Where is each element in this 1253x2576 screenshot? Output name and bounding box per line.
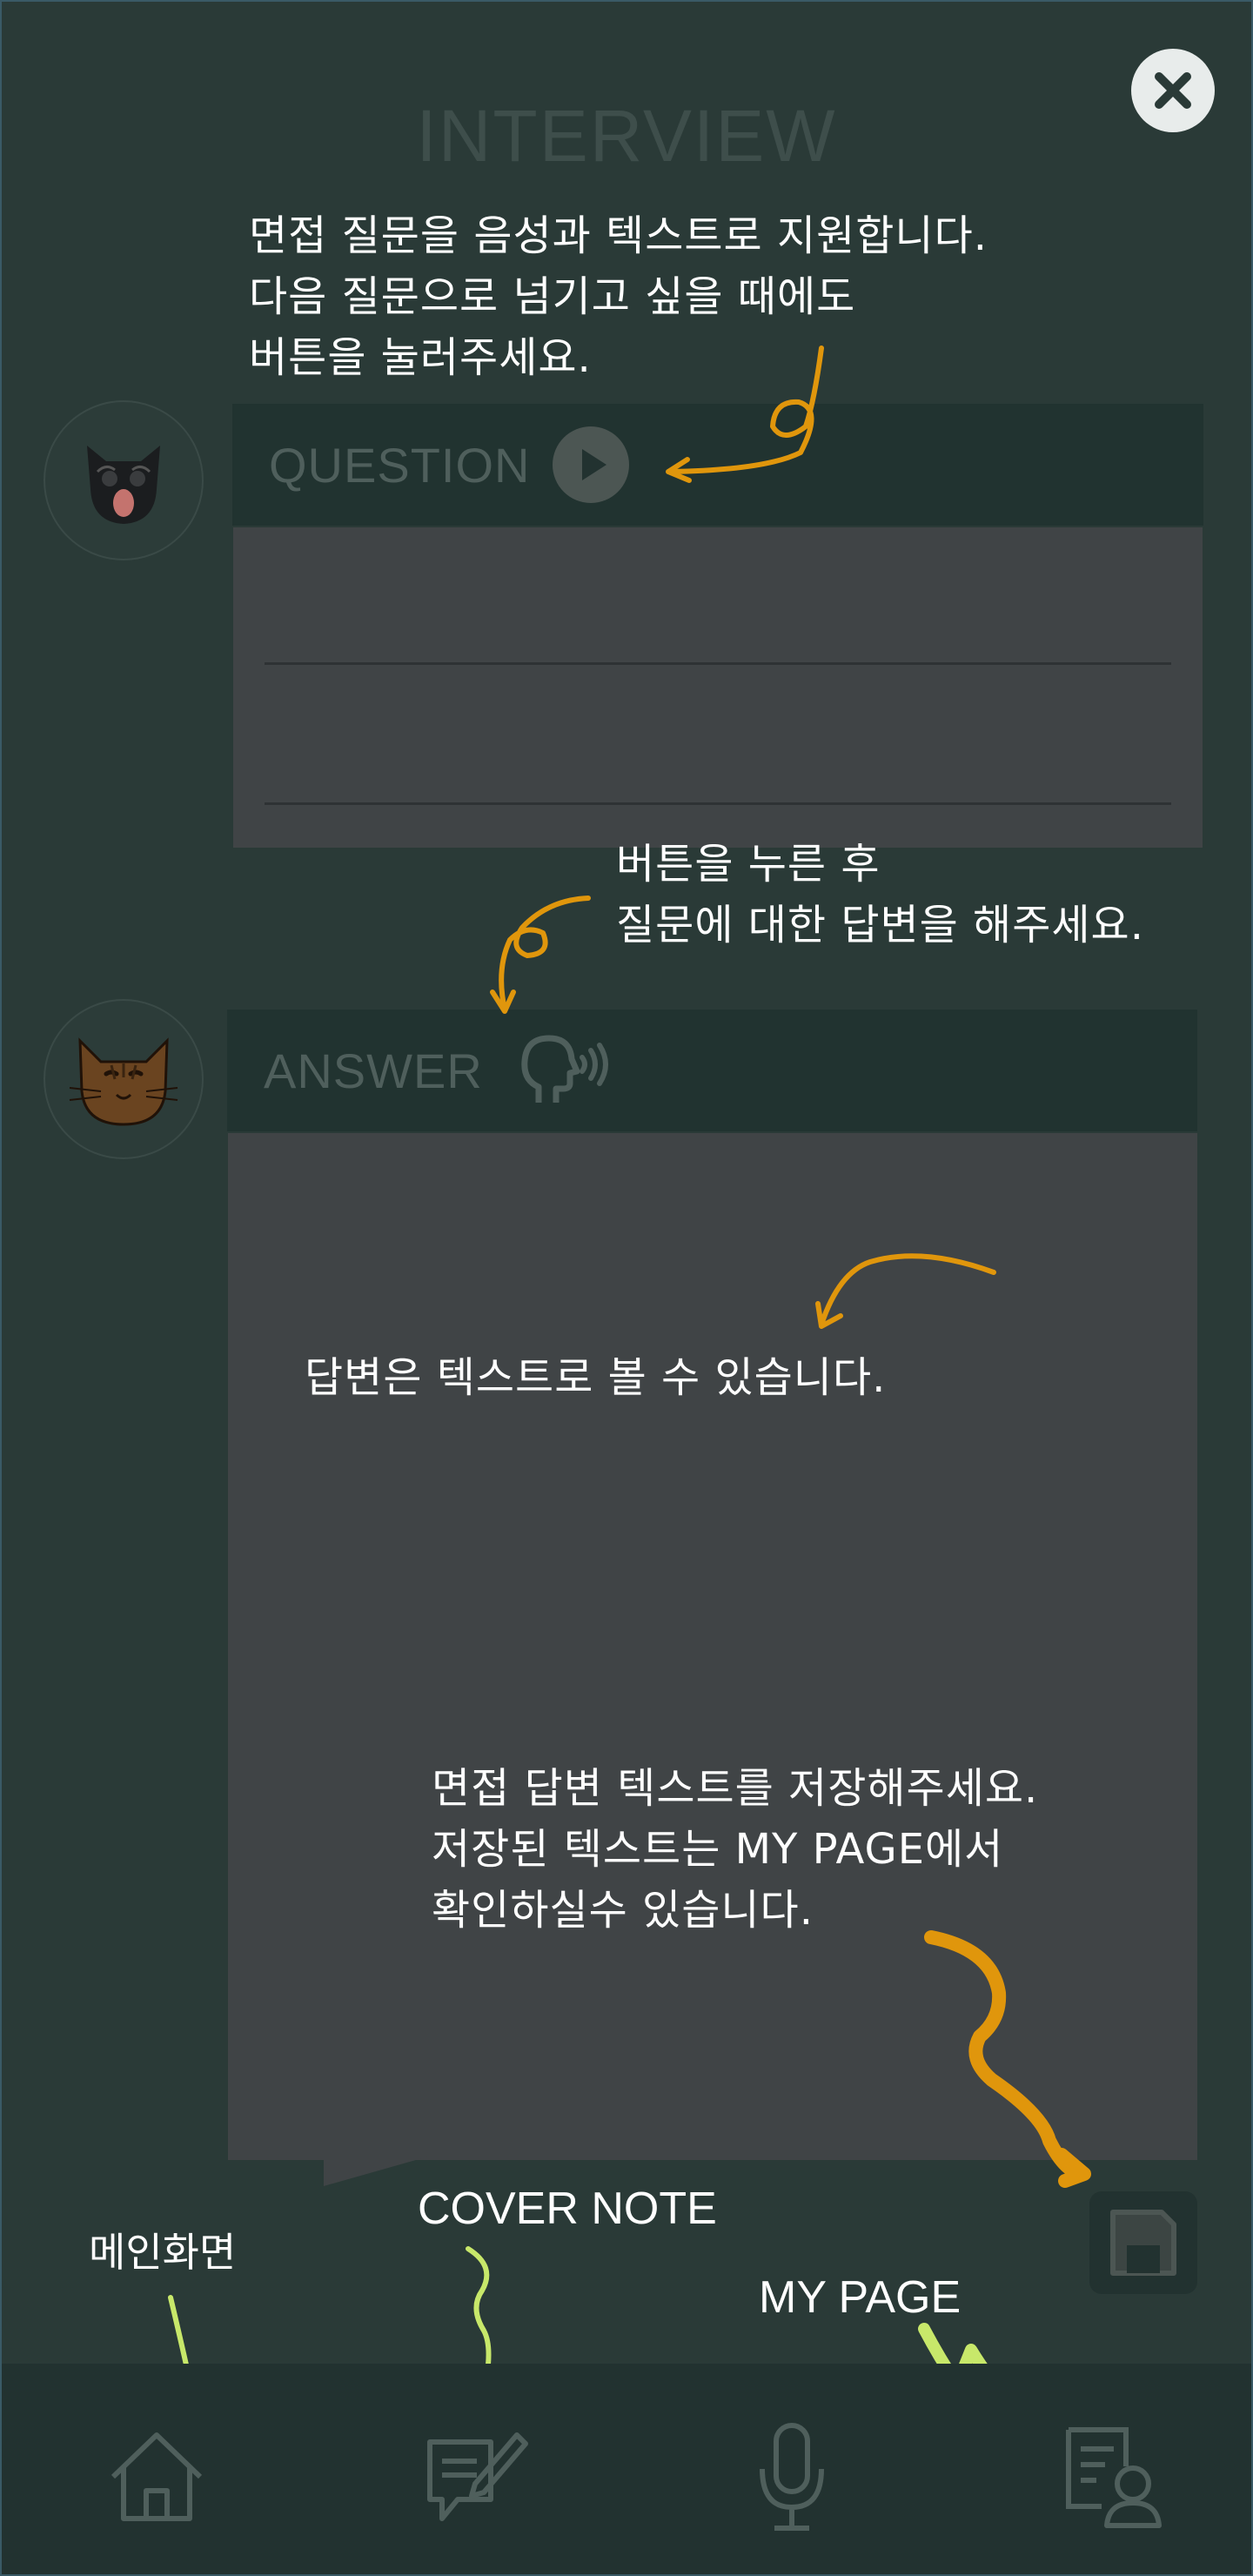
home-icon	[111, 2432, 203, 2521]
answer-text-area	[228, 1133, 1197, 2160]
home-help-label: 메인화면	[89, 2229, 237, 2276]
bottom-navigation	[0, 2364, 1253, 2576]
answer-arrow	[499, 896, 591, 1012]
save-button[interactable]	[1089, 2191, 1197, 2294]
profile-document-icon	[1066, 2427, 1162, 2528]
nav-interview[interactable]	[731, 2416, 853, 2538]
interviewer-cat-icon	[87, 446, 160, 524]
my-page-help-label: MY PAGE	[759, 2272, 962, 2323]
question-play-button[interactable]	[553, 426, 630, 503]
question-header-label: QUESTION	[269, 437, 531, 493]
save-icon	[1110, 2210, 1176, 2276]
page-title: INTERVIEW	[416, 95, 837, 177]
user-cat-icon	[69, 1037, 178, 1126]
nav-home[interactable]	[96, 2416, 218, 2538]
answer-header: ANSWER	[227, 1010, 1197, 1131]
answer-arrow-head	[490, 989, 516, 1014]
answer-help-note: 버튼을 누른 후 질문에 대한 답변을 해주세요.	[616, 840, 1144, 949]
question-line-1	[265, 662, 1171, 665]
answer-header-label: ANSWER	[264, 1043, 483, 1098]
speaking-head-icon	[521, 1035, 608, 1103]
answer-record-button[interactable]	[514, 1031, 610, 1110]
question-header: QUESTION	[232, 404, 1203, 526]
nav-cover-note[interactable]	[416, 2416, 538, 2538]
cover-note-help-label: COVER NOTE	[418, 2184, 717, 2234]
interviewer-avatar	[44, 400, 204, 560]
save-help-note: 면접 답변 텍스트를 저장해주세요. 저장된 텍스트는 MY PAGE에서 확인…	[432, 1764, 1039, 1935]
question-line-2	[265, 802, 1171, 805]
question-text-area	[233, 527, 1203, 848]
play-icon	[553, 426, 630, 503]
note-edit-icon	[427, 2432, 528, 2521]
nav-my-page[interactable]	[1051, 2416, 1173, 2538]
answer-text-help-note: 답변은 텍스트로 볼 수 있습니다.	[305, 1353, 887, 1402]
microphone-icon	[760, 2423, 824, 2531]
user-avatar	[44, 999, 204, 1159]
question-bubble-tail-2	[329, 846, 459, 882]
question-help-note: 면접 질문을 음성과 텍스트로 지원합니다. 다음 질문으로 넘기고 싶을 때에…	[249, 211, 988, 382]
close-icon	[1155, 72, 1191, 109]
close-button[interactable]	[1131, 49, 1215, 132]
